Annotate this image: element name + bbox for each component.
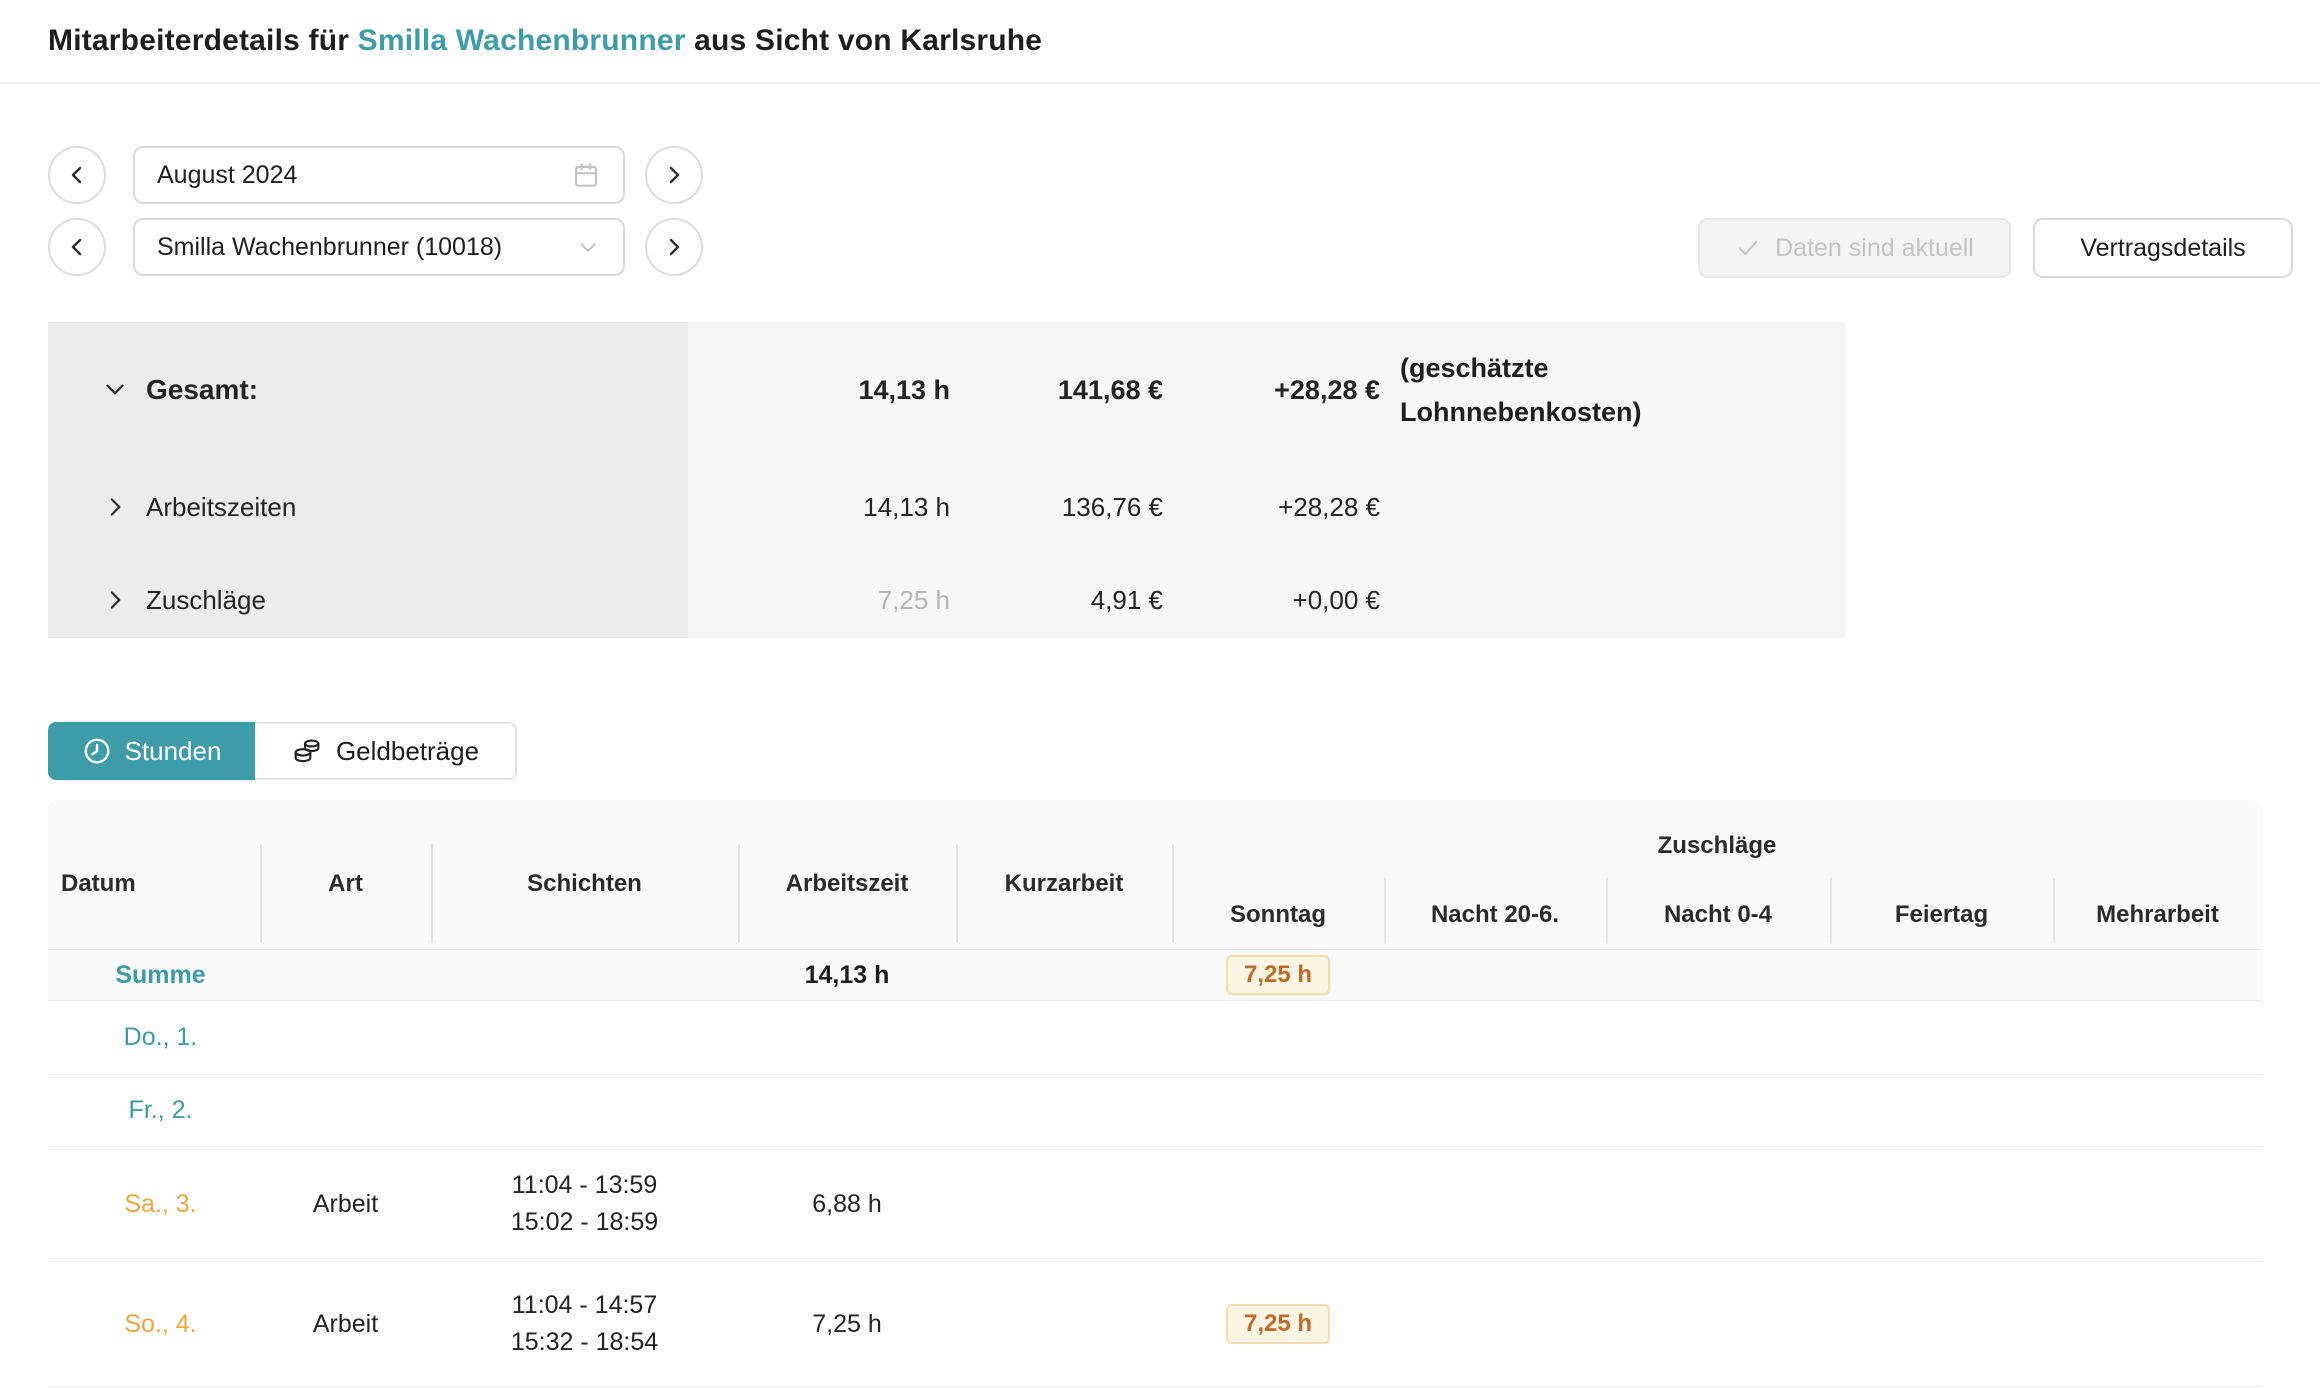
shift-time-1: 11:04 - 13:59: [511, 1167, 658, 1204]
gesamt-hours: 14,13 h: [688, 362, 950, 418]
zuschlaege-label: Zuschläge: [146, 585, 266, 616]
column-header-nacht-0-4: Nacht 0-4: [1606, 886, 1830, 944]
column-divider: [260, 844, 262, 943]
chevron-right-icon: [662, 163, 686, 187]
column-header-sonntag: Sonntag: [1172, 886, 1384, 944]
coins-icon: [291, 735, 323, 767]
shift-time-2: 15:02 - 18:59: [511, 1204, 658, 1241]
chevron-down-icon: [575, 234, 601, 260]
zuschlaege-toggle[interactable]: Zuschläge: [102, 572, 266, 628]
table-header: Zuschläge Datum Art Schichten Arbeitszei…: [48, 800, 2262, 950]
calendar-icon: [571, 160, 601, 190]
gesamt-toggle[interactable]: Gesamt:: [102, 362, 258, 418]
zuschlaege-hours: 7,25 h: [688, 572, 950, 628]
contract-details-button[interactable]: Vertragsdetails: [2033, 218, 2293, 278]
table-row-fr-2: Fr., 2.: [48, 1075, 2262, 1147]
summary-row-zuschlaege: Zuschläge 7,25 h 4,91 € +0,00 €: [48, 572, 1846, 628]
mitarbeiterdetails-page: { "header": { "title_prefix": "Mitarbeit…: [0, 0, 2320, 1388]
chevron-right-icon: [662, 235, 686, 259]
chevron-right-icon: [102, 587, 128, 613]
previous-month-button[interactable]: [48, 146, 106, 204]
table-row-summe: Summe 14,13 h 7,25 h: [48, 950, 2262, 1001]
column-header-schichten: Schichten: [431, 820, 738, 948]
page-header: Mitarbeiterdetails für Smilla Wachenbrun…: [0, 0, 2320, 84]
column-divider: [1830, 878, 1832, 943]
month-value: August 2024: [157, 161, 297, 190]
zuschlaege-nonwage: +0,00 €: [1163, 572, 1380, 628]
column-header-kurzarbeit: Kurzarbeit: [956, 820, 1172, 948]
table-row-do-1: Do., 1.: [48, 1001, 2262, 1075]
shift-time-2: 15:32 - 18:54: [511, 1324, 658, 1361]
column-header-feiertag: Feiertag: [1830, 886, 2053, 944]
column-header-nacht-20-6: Nacht 20-6.: [1384, 886, 1606, 944]
date-link[interactable]: Sa., 3.: [124, 1190, 196, 1219]
data-status-label: Daten sind aktuell: [1775, 234, 1974, 263]
column-header-datum: Datum: [48, 820, 260, 948]
arbeitszeiten-hours: 14,13 h: [688, 479, 950, 535]
view-tabs: Stunden Geldbeträge: [48, 722, 517, 780]
next-employee-button[interactable]: [645, 218, 703, 276]
shift-times: 11:04 - 13:59 15:02 - 18:59: [511, 1167, 658, 1241]
column-divider: [2053, 878, 2055, 943]
column-divider: [738, 844, 740, 943]
tab-stunden[interactable]: Stunden: [48, 722, 255, 780]
summe-link[interactable]: Summe: [115, 961, 205, 990]
title-suffix: aus Sicht von Karlsruhe: [686, 24, 1043, 57]
arbeitszeiten-amount: 136,76 €: [950, 479, 1163, 535]
arbeitszeiten-nonwage: +28,28 €: [1163, 479, 1380, 535]
column-header-mehrarbeit: Mehrarbeit: [2053, 886, 2262, 944]
chevron-left-icon: [65, 235, 89, 259]
employee-select-value: Smilla Wachenbrunner (10018): [157, 233, 502, 262]
arbeitszeiten-toggle[interactable]: Arbeitszeiten: [102, 479, 296, 535]
table-row-sa-3: Sa., 3. Arbeit 11:04 - 13:59 15:02 - 18:…: [48, 1147, 2262, 1262]
tab-geldbetraege[interactable]: Geldbeträge: [255, 722, 517, 780]
summe-arbeitszeit: 14,13 h: [738, 950, 956, 1000]
date-link[interactable]: Fr., 2.: [129, 1096, 193, 1125]
column-header-arbeitszeit: Arbeitszeit: [738, 820, 956, 948]
data-status-button[interactable]: Daten sind aktuell: [1698, 218, 2011, 278]
nonwage-cost-note: (geschätzte Lohnnebenkosten): [1400, 346, 1700, 434]
clock-icon: [82, 736, 112, 766]
gesamt-amount: 141,68 €: [950, 362, 1163, 418]
shift-times: 11:04 - 14:57 15:32 - 18:54: [511, 1287, 658, 1361]
column-divider: [1384, 878, 1386, 943]
employee-name-link[interactable]: Smilla Wachenbrunner: [358, 24, 686, 57]
sonntag-zuschlag-badge: 7,25 h: [1226, 1304, 1330, 1344]
arbeitszeit-value: 7,25 h: [738, 1262, 956, 1386]
column-divider: [1172, 844, 1174, 943]
art-value: Arbeit: [260, 1147, 431, 1261]
column-divider: [1606, 878, 1608, 943]
shift-time-1: 11:04 - 14:57: [511, 1287, 658, 1324]
zuschlaege-amount: 4,91 €: [950, 572, 1163, 628]
date-link[interactable]: So., 4.: [124, 1310, 196, 1339]
arbeitszeit-value: 6,88 h: [738, 1147, 956, 1261]
chevron-left-icon: [65, 163, 89, 187]
chevron-right-icon: [102, 494, 128, 520]
column-header-art: Art: [260, 820, 431, 948]
summary-row-arbeitszeiten: Arbeitszeiten 14,13 h 136,76 € +28,28 €: [48, 479, 1846, 535]
next-month-button[interactable]: [645, 146, 703, 204]
art-value: Arbeit: [260, 1262, 431, 1386]
tab-stunden-label: Stunden: [125, 736, 222, 767]
column-divider: [956, 844, 958, 943]
month-input[interactable]: August 2024: [133, 146, 625, 204]
arbeitszeiten-label: Arbeitszeiten: [146, 492, 296, 523]
check-icon: [1735, 235, 1761, 261]
summary-panel: Gesamt: 14,13 h 141,68 € +28,28 € (gesch…: [48, 322, 1846, 638]
title-prefix: Mitarbeiterdetails für: [48, 24, 358, 57]
column-divider: [431, 844, 433, 943]
gesamt-nonwage: +28,28 €: [1163, 362, 1380, 418]
date-link[interactable]: Do., 1.: [124, 1023, 198, 1052]
contract-details-label: Vertragsdetails: [2080, 234, 2245, 263]
previous-employee-button[interactable]: [48, 218, 106, 276]
table-row-so-4: So., 4. Arbeit 11:04 - 14:57 15:32 - 18:…: [48, 1262, 2262, 1387]
tab-geldbetraege-label: Geldbeträge: [336, 736, 479, 767]
page-title: Mitarbeiterdetails für Smilla Wachenbrun…: [48, 24, 1042, 58]
employee-select[interactable]: Smilla Wachenbrunner (10018): [133, 218, 625, 276]
timesheet-table: Zuschläge Datum Art Schichten Arbeitszei…: [48, 800, 2262, 1388]
sonntag-zuschlag-badge: 7,25 h: [1226, 955, 1330, 995]
chevron-down-icon: [102, 377, 128, 403]
column-group-zuschlaege: Zuschläge: [1172, 820, 2262, 872]
gesamt-label: Gesamt:: [146, 374, 258, 406]
